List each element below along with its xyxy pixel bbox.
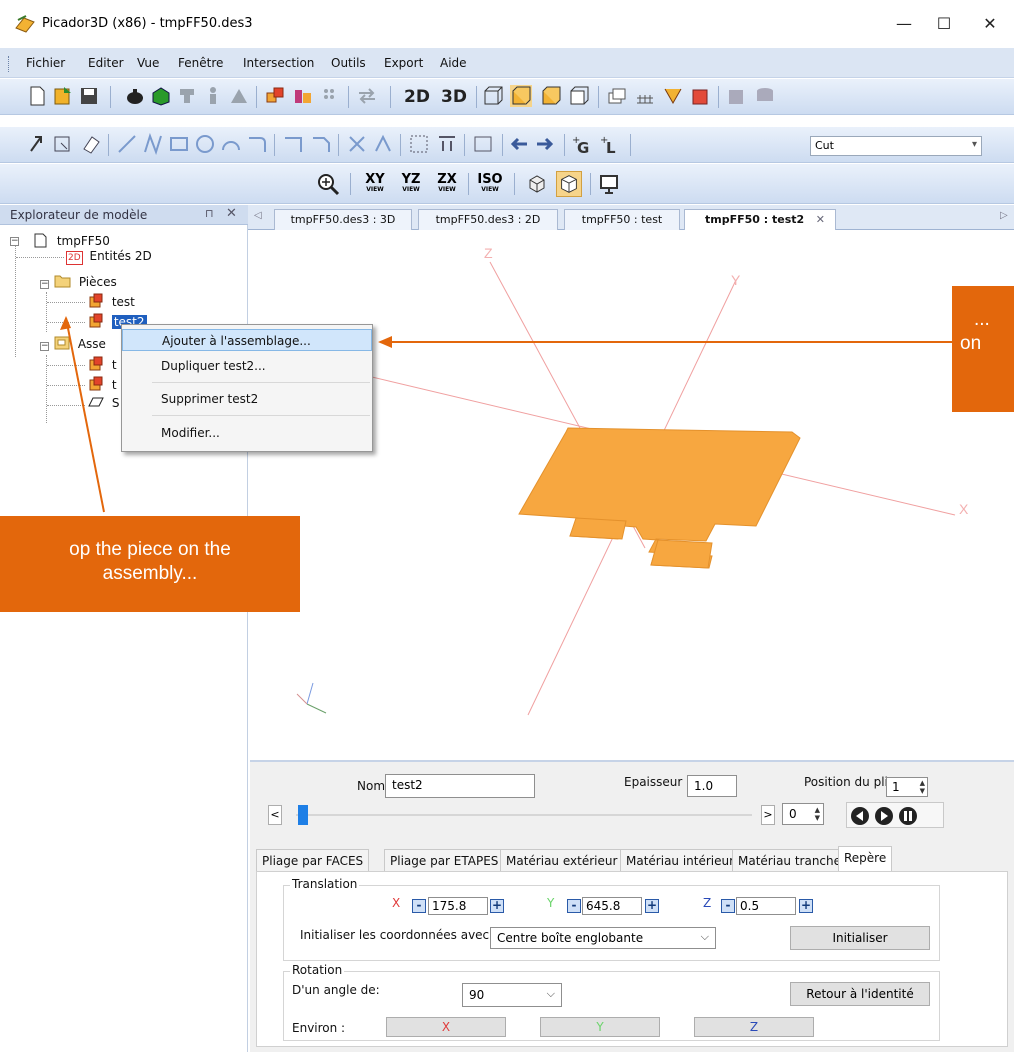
annotation-arrow-left (65, 317, 105, 513)
arrow-head-icon (378, 336, 392, 348)
annotation-left-line2: assembly... (102, 563, 198, 584)
arrow-head-icon (60, 316, 71, 330)
annotation-right-line1: ... (974, 309, 990, 330)
annotation-left-line1: op the piece on the (69, 539, 231, 560)
annotation-right-line2: on (960, 333, 982, 354)
annotation-callout-right: ... on (952, 286, 1014, 412)
annotation-callout-left: op the piece on the assembly... (0, 516, 300, 612)
